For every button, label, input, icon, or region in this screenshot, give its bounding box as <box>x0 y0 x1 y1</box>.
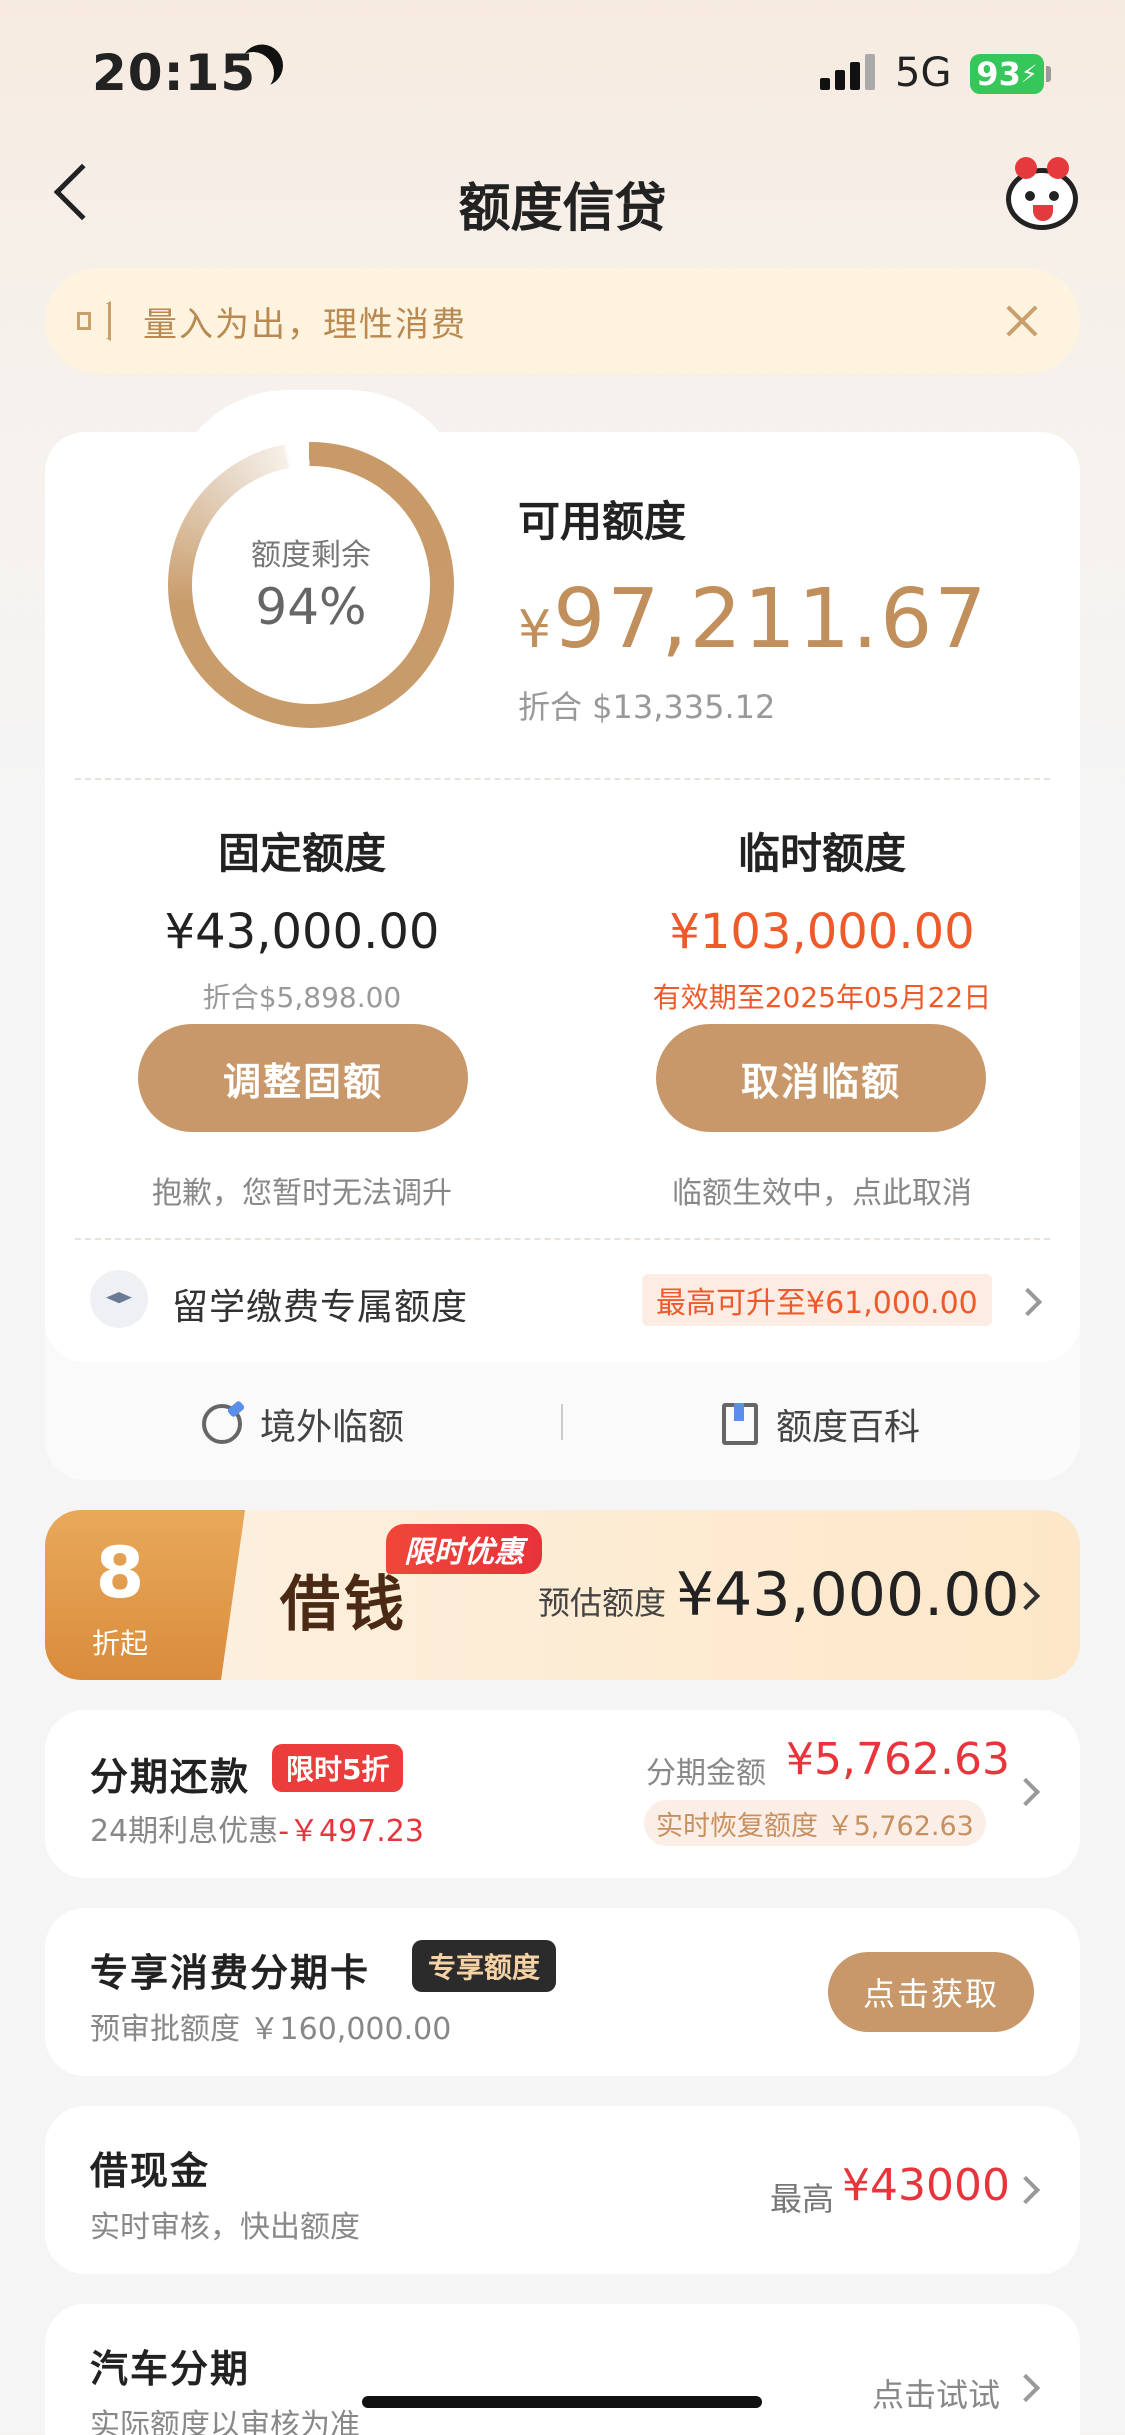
network-type: 5G <box>895 50 952 96</box>
study-quota-label[interactable]: 留学缴费专属额度 <box>172 1278 468 1330</box>
book-icon <box>722 1403 758 1445</box>
temp-note[interactable]: 临额生效中，点此取消 <box>612 1168 1032 1212</box>
home-indicator[interactable] <box>362 2396 762 2408</box>
cash-max-amount: ¥43000 <box>842 2160 1010 2211</box>
get-card-button[interactable]: 点击获取 <box>828 1952 1034 2032</box>
link-separator <box>561 1404 563 1440</box>
card-offer-title: 专享消费分期卡 <box>90 1951 371 1995</box>
mascot-ear <box>1015 157 1037 179</box>
discount-number: 8 <box>95 1532 145 1614</box>
available-usd: 折合 $13,335.12 <box>518 688 776 726</box>
overseas-label: 境外临额 <box>260 1407 405 1448</box>
available-label: 可用额度 <box>518 497 687 546</box>
fixed-amount: ¥43,000.00 <box>164 904 440 960</box>
fixed-usd: 折合$5,898.00 <box>202 981 402 1014</box>
mascot-mouth <box>1033 205 1053 221</box>
wiki-link[interactable]: 额度百科 <box>722 1398 920 1450</box>
cancel-temp-button[interactable]: 取消临额 <box>656 1024 986 1132</box>
signal-icon <box>820 54 875 90</box>
cash-max-label: 最高 <box>770 2180 835 2218</box>
card-offer-sub: 预审批额度 ￥160,000.00 <box>90 2012 452 2047</box>
study-quota-tag: 最高可升至¥61,000.00 <box>642 1274 992 1326</box>
battery-level: 93 <box>976 55 1021 93</box>
temp-title: 临时额度 <box>737 829 906 878</box>
mascot-avatar-icon[interactable] <box>1006 157 1078 230</box>
ring-label: 额度剩余 <box>251 538 371 573</box>
speaker-icon <box>77 299 121 343</box>
car-action[interactable]: 点击试试 <box>872 2370 1000 2416</box>
installment-sub: 24期利息优惠-￥497.23 <box>90 1806 424 1850</box>
installment-amount-label: 分期金额 <box>646 1756 766 1791</box>
estimated-label: 预估额度 <box>538 1584 667 1622</box>
temp-amount: ¥103,000.00 <box>669 904 975 960</box>
mascot-eye <box>1049 191 1059 201</box>
graduation-cap-icon <box>90 1270 148 1328</box>
wiki-label: 额度百科 <box>776 1407 921 1448</box>
currency-symbol: ¥ <box>518 600 554 660</box>
available-amount: ¥97,211.67 <box>518 572 988 667</box>
interest-discount-label: 24期利息优惠 <box>90 1814 279 1849</box>
installment-tag: 限时5折 <box>272 1744 404 1792</box>
interest-discount-amount: -￥497.23 <box>278 1814 424 1849</box>
estimated-amount: ¥43,000.00 <box>676 1560 1020 1630</box>
available-value: 97,211.67 <box>553 572 989 667</box>
adjust-fixed-button[interactable]: 调整固额 <box>138 1024 468 1132</box>
mascot-ear <box>1047 157 1069 179</box>
cash-sub: 实时审核，快出额度 <box>90 2210 360 2245</box>
installment-title: 分期还款 <box>90 1755 251 1799</box>
page-title: 额度信贷 <box>458 179 667 239</box>
battery-icon: 93 ⚡ <box>970 54 1044 94</box>
divider <box>75 778 1050 780</box>
card-offer-tag: 专享额度 <box>412 1940 557 1992</box>
battery-cap <box>1046 66 1051 82</box>
temp-expiry: 有效期至2025年05月22日 <box>652 981 992 1014</box>
limited-offer-tag: 限时优惠 <box>386 1524 542 1574</box>
mascot-eye <box>1025 191 1035 201</box>
fixed-title: 固定额度 <box>217 829 386 878</box>
close-icon[interactable] <box>1002 301 1042 341</box>
fixed-note: 抱歉，您暂时无法调升 <box>152 1176 452 1211</box>
notice-text: 量入为出，理性消费 <box>143 304 467 345</box>
car-sub: 实际额度以审核为准 <box>90 2408 360 2435</box>
cash-title: 借现金 <box>90 2149 211 2193</box>
divider <box>75 1238 1050 1240</box>
notice-bar: 量入为出，理性消费 <box>45 268 1080 374</box>
car-title: 汽车分期 <box>90 2347 251 2391</box>
overseas-link[interactable]: 境外临额 <box>202 1398 404 1450</box>
plane-globe-icon <box>202 1404 242 1444</box>
recover-quota-tag: 实时恢复额度 ￥5,762.63 <box>644 1800 986 1846</box>
installment-amount: ¥5,762.63 <box>786 1734 1010 1785</box>
ring-percent: 94% <box>255 578 367 636</box>
discount-sub: 折起 <box>91 1627 148 1660</box>
